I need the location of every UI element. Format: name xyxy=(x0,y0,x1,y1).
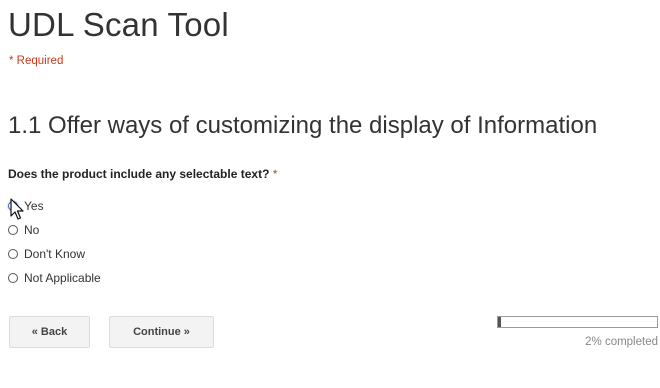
radio-not-applicable[interactable] xyxy=(8,273,18,283)
option-no-label: No xyxy=(24,223,40,237)
option-dont-know-label: Don't Know xyxy=(24,247,85,261)
radio-dont-know[interactable] xyxy=(8,249,18,259)
question-text: Does the product include any selectable … xyxy=(8,167,270,181)
form-title: UDL Scan Tool xyxy=(8,6,229,43)
progress-bar xyxy=(497,316,658,328)
mouse-cursor-icon xyxy=(10,198,24,220)
continue-button[interactable]: Continue » xyxy=(109,316,214,348)
option-not-applicable-label: Not Applicable xyxy=(24,271,101,285)
back-button[interactable]: « Back xyxy=(9,316,90,348)
option-dont-know[interactable]: Don't Know xyxy=(8,242,101,266)
progress-label: 2% completed xyxy=(585,336,658,348)
option-not-applicable[interactable]: Not Applicable xyxy=(8,266,101,290)
question-label: Does the product include any selectable … xyxy=(8,167,277,181)
section-title: 1.1 Offer ways of customizing the displa… xyxy=(8,112,598,139)
progress-bar-fill xyxy=(498,317,502,327)
required-note: * Required xyxy=(9,55,64,67)
option-yes-label: Yes xyxy=(24,199,44,213)
required-marker: * xyxy=(272,167,278,181)
radio-no[interactable] xyxy=(8,225,18,235)
